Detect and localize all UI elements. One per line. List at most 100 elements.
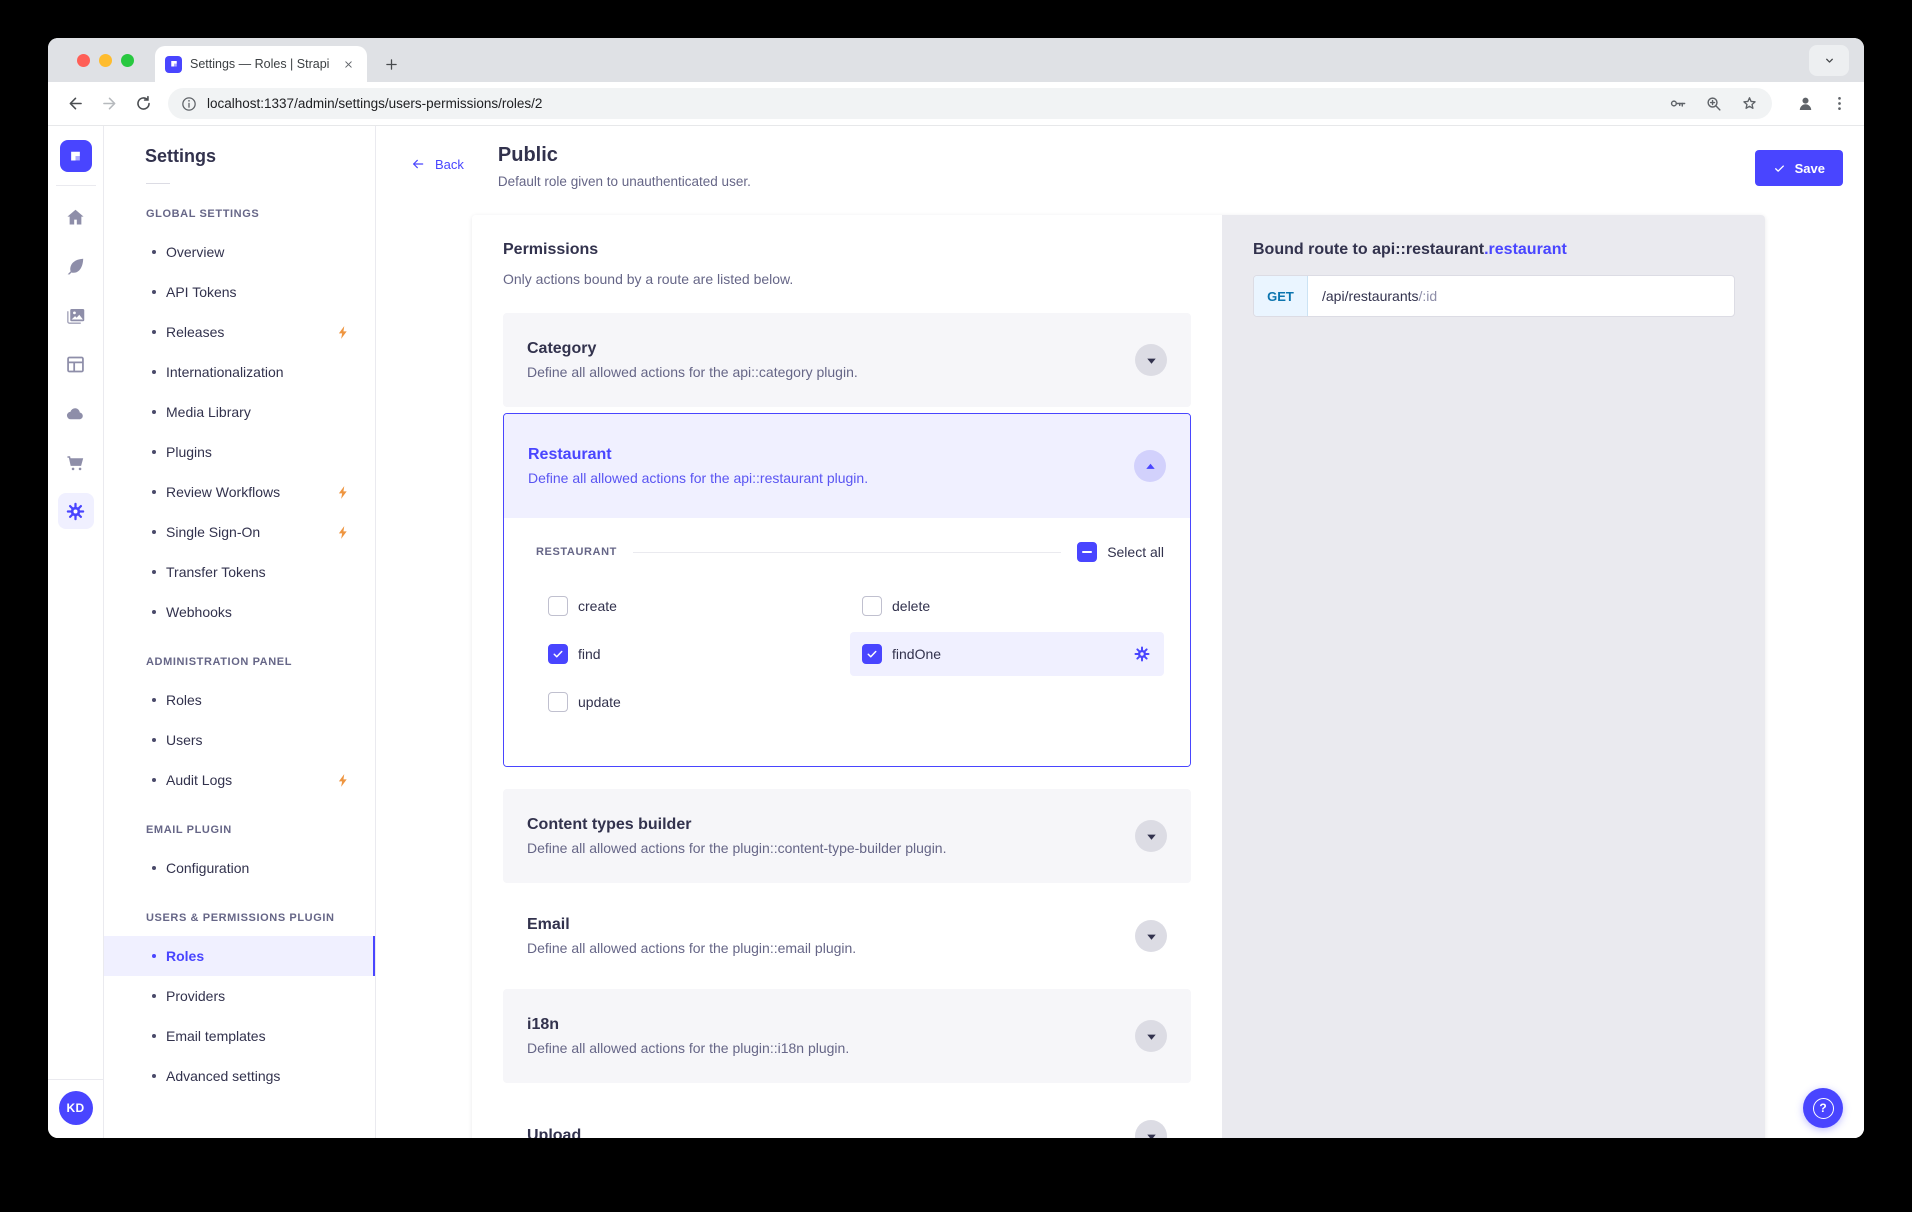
permission-findone[interactable]: findOne: [850, 632, 1164, 676]
sidebar-item-roles[interactable]: Roles: [104, 680, 375, 720]
accordion-title: Upload: [527, 1127, 1105, 1138]
bullet-icon: [152, 778, 156, 782]
help-button[interactable]: ?: [1803, 1088, 1843, 1128]
select-all-checkbox[interactable]: [1077, 542, 1097, 562]
tab-search-button[interactable]: [1809, 45, 1849, 76]
sidebar-item-advanced-settings[interactable]: Advanced settings: [104, 1056, 375, 1096]
accordion-content-types-builder[interactable]: Content types builderDefine all allowed …: [503, 789, 1191, 883]
bookmark-star-icon[interactable]: [1738, 93, 1760, 115]
tab-close-icon[interactable]: [340, 56, 357, 73]
sidebar-item-configuration[interactable]: Configuration: [104, 848, 375, 888]
deploy-icon[interactable]: [58, 395, 94, 431]
strapi-favicon-icon: [165, 56, 182, 73]
sidebar-item-overview[interactable]: Overview: [104, 232, 375, 272]
findone-checkbox[interactable]: [862, 644, 882, 664]
marketplace-icon[interactable]: [58, 444, 94, 480]
new-tab-button[interactable]: [377, 50, 405, 78]
permission-find[interactable]: find: [536, 632, 850, 676]
nav-rail: KD: [48, 126, 104, 1138]
sidebar-item-roles[interactable]: Roles: [104, 936, 375, 976]
accordion-i18n[interactable]: i18n Define all allowed actions for the p…: [503, 989, 1191, 1083]
sidebar-item-label: Internationalization: [166, 364, 284, 380]
permission-update[interactable]: update: [536, 680, 850, 724]
sidebar-item-email-templates[interactable]: Email templates: [104, 1016, 375, 1056]
permission-settings-icon[interactable]: [1132, 644, 1152, 664]
accordion-header[interactable]: RestaurantDefine all allowed actions for…: [504, 414, 1190, 518]
address-bar[interactable]: localhost:1337/admin/settings/users-perm…: [168, 88, 1772, 119]
accordion-category[interactable]: CategoryDefine all allowed actions for t…: [503, 313, 1191, 407]
sidebar-item-providers[interactable]: Providers: [104, 976, 375, 1016]
caret-down-icon[interactable]: [1135, 820, 1167, 852]
sidebar-item-users[interactable]: Users: [104, 720, 375, 760]
back-icon[interactable]: [62, 91, 88, 117]
update-checkbox[interactable]: [548, 692, 568, 712]
zoom-in-icon[interactable]: [1702, 93, 1724, 115]
caret-up-icon[interactable]: [1134, 450, 1166, 482]
accordion-email[interactable]: EmailDefine all allowed actions for the …: [503, 889, 1191, 983]
sidebar-item-plugins[interactable]: Plugins: [104, 432, 375, 472]
route-path-param: /:id: [1419, 288, 1438, 304]
window-zoom-button[interactable]: [121, 54, 134, 67]
create-checkbox[interactable]: [548, 596, 568, 616]
sidebar-item-review-workflows[interactable]: Review Workflows: [104, 472, 375, 512]
sidebar-item-single-sign-on[interactable]: Single Sign-On: [104, 512, 375, 552]
site-info-icon[interactable]: [180, 95, 198, 113]
strapi-app: KD Settings GLOBAL SETTINGSOverviewAPI T…: [48, 126, 1864, 1138]
strapi-logo[interactable]: [60, 140, 92, 172]
delete-checkbox[interactable]: [862, 596, 882, 616]
caret-down-icon[interactable]: [1135, 344, 1167, 376]
content-type-builder-icon[interactable]: [58, 346, 94, 382]
caret-down-icon[interactable]: [1135, 920, 1167, 952]
sidebar-item-api-tokens[interactable]: API Tokens: [104, 272, 375, 312]
caret-down-icon[interactable]: [1135, 1020, 1167, 1052]
accordion-description: Define all allowed actions for the plugi…: [527, 1040, 1105, 1056]
sidebar-item-media-library[interactable]: Media Library: [104, 392, 375, 432]
browser-menu-icon[interactable]: [1828, 93, 1850, 115]
sidebar-item-label: Review Workflows: [166, 484, 280, 500]
home-icon[interactable]: [58, 199, 94, 235]
sidebar-item-label: Audit Logs: [166, 772, 232, 788]
sidebar-item-transfer-tokens[interactable]: Transfer Tokens: [104, 552, 375, 592]
sidebar-item-webhooks[interactable]: Webhooks: [104, 592, 375, 632]
sidebar-section-label: ADMINISTRATION PANEL: [146, 656, 375, 668]
indeterminate-icon: [1082, 551, 1092, 554]
permissions-title: Permissions: [503, 241, 1191, 259]
forward-icon[interactable]: [96, 91, 122, 117]
sidebar-item-releases[interactable]: Releases: [104, 312, 375, 352]
browser-tab[interactable]: Settings — Roles | Strapi: [155, 46, 367, 82]
bullet-icon: [152, 330, 156, 334]
reload-icon[interactable]: [130, 91, 156, 117]
caret-down-icon[interactable]: [1135, 1120, 1167, 1138]
bullet-icon: [152, 610, 156, 614]
window-minimize-button[interactable]: [99, 54, 112, 67]
sidebar-item-internationalization[interactable]: Internationalization: [104, 352, 375, 392]
title-block: Public Default role given to unauthentic…: [498, 144, 751, 189]
save-button[interactable]: Save: [1755, 150, 1843, 186]
tab-title: Settings — Roles | Strapi: [190, 57, 332, 71]
permission-label: update: [578, 694, 621, 710]
url-text[interactable]: localhost:1337/admin/settings/users-perm…: [207, 96, 1652, 111]
bound-route-title-accent: .restaurant: [1484, 241, 1567, 258]
bullet-icon: [152, 370, 156, 374]
password-key-icon[interactable]: [1666, 93, 1688, 115]
user-avatar[interactable]: KD: [59, 1091, 93, 1125]
content-manager-icon[interactable]: [58, 248, 94, 284]
page-subtitle: Default role given to unauthenticated us…: [498, 174, 751, 189]
accordion-restaurant-expanded: RestaurantDefine all allowed actions for…: [503, 413, 1191, 767]
find-checkbox[interactable]: [548, 644, 568, 664]
sidebar-item-audit-logs[interactable]: Audit Logs: [104, 760, 375, 800]
sidebar-section-label: EMAIL PLUGIN: [146, 824, 375, 836]
sidebar-item-label: Media Library: [166, 404, 251, 420]
media-library-icon[interactable]: [58, 297, 94, 333]
bound-route-title: Bound route to api::restaurant.restauran…: [1253, 241, 1735, 259]
back-link[interactable]: Back: [410, 156, 464, 172]
window-close-button[interactable]: [77, 54, 90, 67]
permission-create[interactable]: create: [536, 584, 850, 628]
settings-icon[interactable]: [58, 493, 94, 529]
accordion-title: i18n: [527, 1016, 1105, 1034]
permission-delete[interactable]: delete: [850, 584, 1164, 628]
accordion-upload[interactable]: Upload: [503, 1089, 1191, 1138]
profile-icon[interactable]: [1794, 93, 1816, 115]
bullet-icon: [152, 490, 156, 494]
back-label: Back: [435, 157, 464, 172]
